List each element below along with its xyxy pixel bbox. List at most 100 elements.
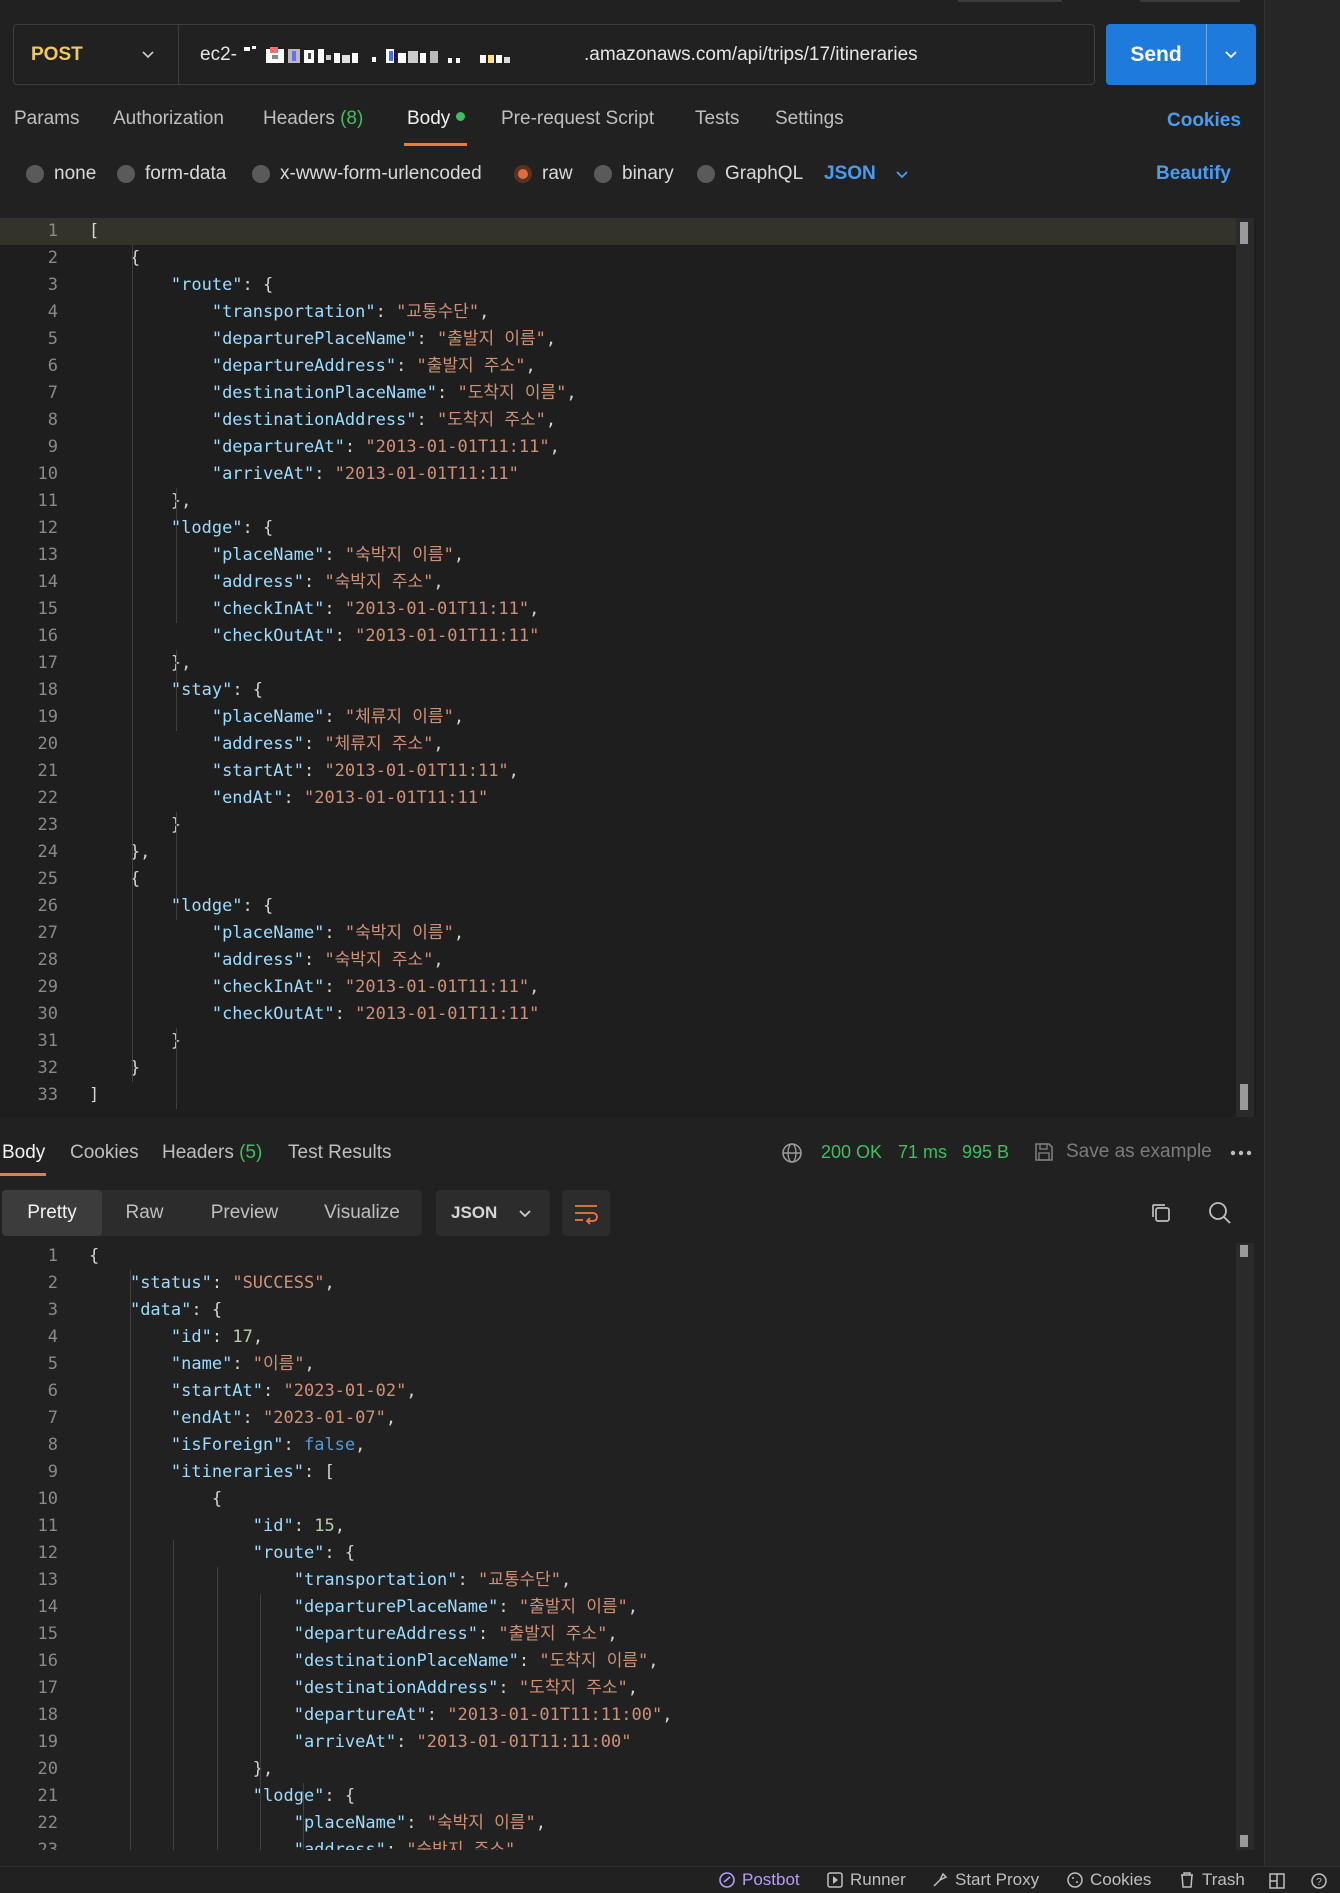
postbot-button[interactable]: Postbot [718,1870,800,1890]
code-token: : [263,1381,284,1401]
line-number: 6 [47,1381,58,1401]
help-icon[interactable]: ? [1310,1872,1328,1890]
line-number: 17 [37,653,58,673]
tab-body[interactable]: Body [407,108,466,130]
send-options-button[interactable] [1206,24,1256,85]
response-size[interactable]: 995 B [962,1142,1009,1163]
view-preview-button[interactable]: Preview [187,1190,302,1236]
code-line: 23 "address": "숙박지 주소" [0,1837,1236,1850]
right-sidebar [1264,0,1340,1866]
code-line: 16 "destinationPlaceName": "도착지 이름", [0,1648,1236,1675]
radio-label: x-www-form-urlencoded [280,163,482,184]
view-visualize-button[interactable]: Visualize [302,1190,422,1236]
resp-tab-cookies[interactable]: Cookies [70,1142,139,1164]
code-token: , [453,545,465,565]
request-body-editor[interactable]: 1[2 {3 "route": {4 "transportation": "교통… [0,218,1256,1117]
radio-none[interactable]: none [26,163,96,185]
code-token: "departurePlaceName" [211,329,417,349]
radio-binary[interactable]: binary [594,163,674,185]
cookies-footer-button[interactable]: Cookies [1066,1870,1151,1890]
beautify-button[interactable]: Beautify [1156,163,1231,185]
indent-guide [176,650,177,731]
top-tab-stub[interactable] [958,0,1062,2]
code-token: "placeName" [211,923,325,943]
code-token: "destinationPlaceName" [211,383,437,403]
tab-authorization[interactable]: Authorization [113,108,224,130]
line-number: 22 [37,788,58,808]
code-token: , [433,734,444,754]
scrollbar-thumb[interactable] [1240,1835,1248,1847]
play-icon [827,1872,843,1888]
body-format-select[interactable]: JSON [824,163,910,185]
start-proxy-button[interactable]: Start Proxy [931,1870,1039,1890]
radio-graphql[interactable]: GraphQL [697,163,803,185]
headers-count: (8) [340,108,364,129]
globe-icon[interactable] [780,1141,804,1165]
send-button[interactable]: Send [1106,24,1256,85]
code-text: }, [89,1756,273,1783]
trash-button[interactable]: Trash [1178,1870,1245,1890]
save-as-example-button[interactable]: Save as example [1032,1140,1212,1164]
wrap-lines-button[interactable] [562,1190,610,1236]
code-line: 3 "route": { [0,272,1236,299]
footer-label: Cookies [1090,1870,1152,1889]
view-raw-button[interactable]: Raw [102,1190,187,1236]
code-line: 15 "departureAddress": "출발지 주소", [0,1621,1236,1648]
vertical-scrollbar[interactable] [1236,218,1254,1117]
copy-icon[interactable] [1146,1198,1176,1228]
layout-icon[interactable] [1268,1872,1286,1890]
code-token: "도착지 주소" [437,410,546,430]
response-time[interactable]: 71 ms [898,1142,947,1163]
radio-urlencoded[interactable]: x-www-form-urlencoded [252,163,482,185]
code-token: : [324,977,345,997]
code-token: "endAt" [170,1408,243,1428]
resp-tab-test-results[interactable]: Test Results [288,1142,391,1164]
code-token: : [385,1840,407,1850]
tab-label: Body [2,1142,46,1163]
radio-raw[interactable]: raw [514,163,573,185]
code-token: : [437,383,458,403]
vertical-scrollbar[interactable] [1236,1243,1254,1850]
code-token: "2013-01-01T11:11" [344,599,530,619]
search-icon[interactable] [1205,1198,1235,1228]
response-body-viewer[interactable]: 1{2 "status": "SUCCESS", 3 "data": {4 "id… [0,1243,1256,1850]
cookies-link[interactable]: Cookies [1167,110,1241,132]
resp-tab-body[interactable]: Body [2,1142,45,1164]
code-token: "placeName" [293,1813,407,1833]
method-select[interactable]: POST [14,25,179,84]
tab-pre-request-script[interactable]: Pre-request Script [501,108,654,130]
resp-tab-headers[interactable]: Headers (5) [162,1142,262,1164]
more-options-icon[interactable] [1229,1143,1253,1163]
code-token: "startAt" [211,761,304,781]
radio-form-data[interactable]: form-data [117,163,226,185]
code-token: : [242,1408,264,1428]
runner-button[interactable]: Runner [826,1870,906,1890]
code-token: } [89,815,182,835]
scrollbar-thumb[interactable] [1240,1084,1248,1110]
code-token: : { [242,275,274,295]
code-token: } [89,1031,182,1051]
radio-circle-icon [26,165,44,183]
tab-settings[interactable]: Settings [775,108,844,130]
tab-headers[interactable]: Headers (8) [263,108,363,130]
top-tab-stub[interactable] [1140,0,1240,2]
tab-tests[interactable]: Tests [695,108,739,130]
status-code[interactable]: 200 OK [821,1142,882,1163]
code-text: "lodge": { [89,515,273,542]
code-line: 2 { [0,245,1236,272]
scrollbar-thumb[interactable] [1240,222,1248,244]
view-pretty-button[interactable]: Pretty [2,1190,102,1236]
code-text: "checkInAt": "2013-01-01T11:11", [89,974,540,1001]
code-token: "2013-01-01T11:11" [344,977,530,997]
tab-params[interactable]: Params [14,108,79,130]
response-format-select[interactable]: JSON [436,1190,550,1236]
url-bar: POST ec2- .amazonaws.com/api/trips/17/iti… [13,24,1095,85]
scrollbar-thumb[interactable] [1240,1245,1248,1257]
